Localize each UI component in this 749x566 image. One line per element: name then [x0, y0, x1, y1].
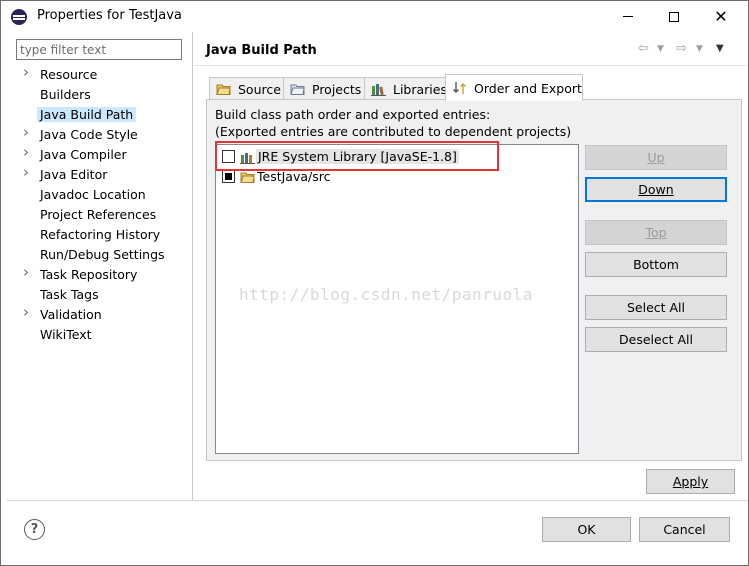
- tree-item[interactable]: Refactoring History: [7, 225, 193, 245]
- bottom-button[interactable]: Bottom: [585, 252, 727, 277]
- tab-label: Source: [238, 81, 281, 97]
- order-export-icon: [452, 81, 468, 95]
- tab-source[interactable]: Source: [209, 77, 284, 100]
- order-export-panel: Build class path order and exported entr…: [206, 99, 742, 461]
- deselect-all-button[interactable]: Deselect All: [585, 327, 727, 352]
- tab-libraries[interactable]: Libraries: [364, 77, 447, 100]
- forward-menu-chevron-icon[interactable]: ▼: [696, 44, 703, 54]
- tree-item[interactable]: › Validation: [7, 305, 193, 325]
- back-menu-chevron-icon[interactable]: ▼: [657, 44, 664, 54]
- tree-item-label: Task Tags: [40, 287, 99, 302]
- tree-item-label: Task Repository: [40, 267, 138, 282]
- forward-arrow-icon[interactable]: ⇨: [676, 41, 687, 56]
- close-icon: ✕: [714, 6, 728, 26]
- properties-dialog: Properties for TestJava ✕ › Resource Build…: [0, 0, 749, 566]
- tree-item[interactable]: › Resource: [7, 65, 193, 85]
- chevron-right-icon[interactable]: ›: [23, 125, 33, 140]
- list-item[interactable]: TestJava/src: [216, 167, 578, 187]
- export-checkbox[interactable]: [222, 150, 235, 163]
- ok-button[interactable]: OK: [542, 517, 631, 542]
- up-label: Up: [647, 150, 665, 165]
- tree-item-label: Resource: [40, 67, 98, 82]
- tree-item[interactable]: Builders: [7, 85, 193, 105]
- tree-item-label: Project References: [40, 207, 157, 222]
- list-item[interactable]: JRE System Library [JavaSE-1.8]: [216, 147, 578, 167]
- history-nav: ⇦ ▼ ⇨ ▼ ▼: [634, 41, 734, 59]
- tree-item[interactable]: Java Build Path: [7, 105, 193, 125]
- tree-item[interactable]: Run/Debug Settings: [7, 245, 193, 265]
- minimize-button[interactable]: [605, 1, 651, 32]
- tree-item[interactable]: › Java Compiler: [7, 145, 193, 165]
- footer-divider: [7, 500, 748, 501]
- top-button[interactable]: Top: [585, 220, 727, 245]
- tree-item[interactable]: › Task Repository: [7, 265, 193, 285]
- chevron-right-icon[interactable]: ›: [23, 265, 33, 280]
- source-folder-icon: [240, 170, 256, 184]
- up-button[interactable]: Up: [585, 145, 727, 170]
- tree-item[interactable]: Javadoc Location: [7, 185, 193, 205]
- close-button[interactable]: ✕: [698, 1, 744, 32]
- top-label: Top: [645, 225, 667, 240]
- tab-order-and-export[interactable]: Order and Export: [445, 74, 583, 101]
- export-checkbox[interactable]: [222, 170, 235, 183]
- apply-button[interactable]: Apply: [646, 469, 735, 494]
- tree-item-label: Javadoc Location: [40, 187, 146, 202]
- cancel-label: Cancel: [663, 522, 706, 537]
- tree-item[interactable]: › Java Code Style: [7, 125, 193, 145]
- properties-page: Java Build Path ⇦ ▼ ⇨ ▼ ▼ Source Project…: [194, 32, 748, 500]
- export-description: (Exported entries are contributed to dep…: [215, 124, 572, 139]
- cancel-button[interactable]: Cancel: [639, 517, 730, 542]
- tree-item-label: Java Compiler: [40, 147, 127, 162]
- help-icon[interactable]: ?: [24, 519, 45, 540]
- entry-label: TestJava/src: [257, 169, 331, 184]
- view-menu-icon[interactable]: ▼: [716, 43, 724, 54]
- libraries-icon: [371, 82, 387, 96]
- order-description: Build class path order and exported entr…: [215, 107, 491, 122]
- jre-library-icon: [240, 150, 256, 164]
- chevron-right-icon[interactable]: ›: [23, 145, 33, 160]
- tree-item[interactable]: › Java Editor: [7, 165, 193, 185]
- tree-item-label: Refactoring History: [40, 227, 161, 242]
- back-arrow-icon[interactable]: ⇦: [638, 41, 649, 56]
- tree-item-label: Validation: [40, 307, 102, 322]
- maximize-button[interactable]: [651, 1, 697, 32]
- deselect-all-label: Deselect All: [619, 332, 693, 347]
- minimize-icon: [623, 16, 633, 17]
- page-title: Java Build Path: [206, 43, 317, 58]
- chevron-right-icon[interactable]: ›: [23, 305, 33, 320]
- select-all-button[interactable]: Select All: [585, 295, 727, 320]
- down-label: Down: [638, 182, 674, 197]
- watermark: http://blog.csdn.net/panruola: [239, 285, 533, 304]
- select-all-label: Select All: [626, 300, 686, 315]
- tab-label: Libraries: [393, 81, 447, 97]
- bottom-label: Bottom: [633, 257, 679, 272]
- projects-folder-icon: [290, 82, 306, 96]
- tree-item-label: Builders: [40, 87, 91, 102]
- entry-label: JRE System Library [JavaSE-1.8]: [256, 149, 459, 164]
- category-pane: › Resource Builders Java Build Path › Java Co…: [7, 32, 193, 500]
- source-folder-icon: [216, 82, 232, 96]
- tree-item-label: Java Code Style: [40, 127, 138, 142]
- chevron-right-icon[interactable]: ›: [23, 65, 33, 80]
- title-bar[interactable]: Properties for TestJava ✕: [1, 1, 748, 32]
- tab-label: Order and Export: [474, 80, 582, 96]
- apply-label: Apply: [672, 474, 709, 489]
- tree-item-label: Run/Debug Settings: [40, 247, 165, 262]
- tree-item[interactable]: WikiText: [7, 325, 193, 345]
- tree-item-label: Java Editor: [40, 167, 108, 182]
- header-divider: [194, 65, 748, 66]
- window-title: Properties for TestJava: [37, 8, 182, 23]
- eclipse-icon: [11, 9, 27, 25]
- tree-item-label: Java Build Path: [37, 107, 137, 122]
- down-button[interactable]: Down: [585, 177, 727, 202]
- tree-item-label: WikiText: [40, 327, 92, 342]
- tree-item[interactable]: Task Tags: [7, 285, 193, 305]
- chevron-right-icon[interactable]: ›: [23, 165, 33, 180]
- tab-projects[interactable]: Projects: [283, 77, 365, 100]
- tree-item[interactable]: Project References: [7, 205, 193, 225]
- filter-input[interactable]: [16, 39, 182, 60]
- maximize-icon: [669, 11, 679, 22]
- tab-label: Projects: [312, 81, 362, 97]
- ok-label: OK: [577, 522, 596, 537]
